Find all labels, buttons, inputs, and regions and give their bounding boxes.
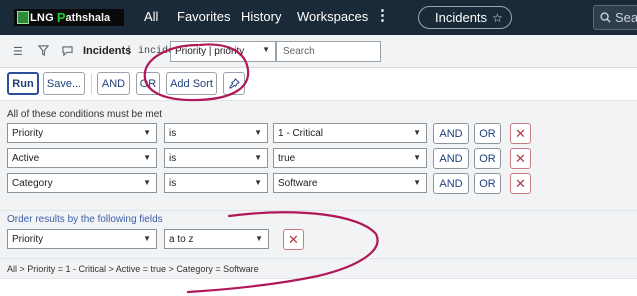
condition-field-select[interactable]: Active ▼: [7, 148, 157, 168]
breadcrumb-text: All > Priority = 1 - Critical > Active =…: [7, 263, 259, 274]
or-button[interactable]: OR: [136, 72, 160, 95]
chevron-down-icon: ▼: [143, 153, 151, 162]
list-title: Incidents: [83, 45, 132, 57]
list-search-placeholder: Search: [283, 46, 315, 57]
list-search-input[interactable]: Search: [276, 41, 381, 62]
condition-operator-select[interactable]: is ▼: [164, 123, 268, 143]
filter-page: LNG P athshala All Favorites History Wor…: [0, 0, 637, 296]
nav-workspaces[interactable]: Workspaces: [297, 9, 368, 24]
hamburger-menu-icon[interactable]: ☰: [13, 45, 23, 58]
add-sort-button[interactable]: Add Sort: [166, 72, 217, 95]
chevron-down-icon: ▼: [254, 153, 262, 162]
condition-operator-value: is: [169, 127, 177, 139]
condition-and-button[interactable]: AND: [433, 123, 469, 144]
conditions-heading: All of these conditions must be met: [7, 109, 163, 120]
condition-value-text: 1 - Critical: [278, 127, 324, 139]
close-icon: ✕: [515, 175, 526, 191]
more-menu-icon[interactable]: ⋮: [375, 8, 390, 24]
logo-lng: LNG: [30, 11, 54, 24]
toolbar-divider: [91, 74, 92, 94]
condition-operator-value: is: [169, 177, 177, 189]
remove-condition-button[interactable]: ✕: [510, 173, 531, 194]
comment-icon[interactable]: [62, 46, 73, 56]
order-field-value: Priority: [12, 233, 44, 245]
condition-or-button[interactable]: OR: [474, 173, 501, 194]
condition-value-text: Software: [278, 177, 318, 189]
logo-p: P: [56, 10, 66, 25]
global-search-placeholder: Sear: [615, 10, 637, 25]
chevron-down-icon: ▼: [413, 178, 421, 187]
conditions-section: All of these conditions must be met Prio…: [0, 100, 637, 210]
filter-breadcrumb[interactable]: All > Priority = 1 - Critical > Active =…: [0, 258, 637, 278]
filter-toolbar: Run Save... AND OR Add Sort: [0, 68, 637, 100]
logo-mark-icon: [17, 11, 29, 24]
remove-condition-button[interactable]: ✕: [510, 148, 531, 169]
condition-value-text: true: [278, 152, 296, 164]
chevron-down-icon: ▼: [254, 128, 262, 137]
search-field-select-value: Priority | priority: [175, 46, 245, 57]
run-button[interactable]: Run: [7, 72, 39, 95]
condition-operator-select[interactable]: is ▼: [164, 148, 268, 168]
condition-field-value: Priority: [12, 127, 44, 139]
list-header: ☰ Incidents | incident Priority | priori…: [0, 35, 637, 68]
condition-field-select[interactable]: Category ▼: [7, 173, 157, 193]
nav-favorites[interactable]: Favorites: [177, 9, 230, 24]
logo-rest: athshala: [65, 11, 111, 24]
chevron-down-icon: ▼: [254, 178, 262, 187]
order-direction-value: a to z: [169, 233, 194, 245]
top-navigation: LNG P athshala All Favorites History Wor…: [0, 0, 637, 35]
pin-button[interactable]: [223, 72, 245, 95]
chevron-down-icon: ▼: [413, 153, 421, 162]
condition-field-select[interactable]: Priority ▼: [7, 123, 157, 143]
and-button[interactable]: AND: [97, 72, 130, 95]
current-tab-pill[interactable]: Incidents ☆: [418, 6, 512, 29]
remove-condition-button[interactable]: ✕: [510, 123, 531, 144]
condition-operator-value: is: [169, 152, 177, 164]
condition-operator-select[interactable]: is ▼: [164, 173, 268, 193]
chevron-down-icon: ▼: [413, 128, 421, 137]
order-heading: Order results by the following fields: [7, 214, 163, 225]
nav-all[interactable]: All: [144, 9, 158, 24]
condition-field-value: Active: [12, 152, 40, 164]
condition-value-select[interactable]: true ▼: [273, 148, 427, 168]
save-button[interactable]: Save...: [43, 72, 85, 95]
current-tab-label: Incidents: [435, 10, 488, 25]
list-body: [0, 278, 637, 296]
search-icon: [600, 12, 611, 23]
logo[interactable]: LNG P athshala: [14, 9, 124, 26]
order-section: Order results by the following fields Pr…: [0, 210, 637, 258]
filter-icon[interactable]: [38, 45, 49, 56]
nav-history[interactable]: History: [241, 9, 281, 24]
condition-or-button[interactable]: OR: [474, 123, 501, 144]
condition-and-button[interactable]: AND: [433, 148, 469, 169]
close-icon: ✕: [515, 125, 526, 141]
pin-icon: [228, 78, 240, 89]
global-search[interactable]: Sear: [593, 5, 637, 30]
close-icon: ✕: [288, 231, 299, 247]
favorite-star-icon[interactable]: ☆: [492, 11, 503, 25]
search-field-select[interactable]: Priority | priority ▼: [170, 41, 276, 62]
chevron-down-icon: ▼: [255, 234, 263, 243]
close-icon: ✕: [515, 150, 526, 166]
chevron-down-icon: ▼: [143, 178, 151, 187]
chevron-down-icon: ▼: [143, 234, 151, 243]
remove-sort-button[interactable]: ✕: [283, 229, 304, 250]
chevron-down-icon: ▼: [262, 45, 270, 54]
condition-value-select[interactable]: Software ▼: [273, 173, 427, 193]
condition-and-button[interactable]: AND: [433, 173, 469, 194]
condition-or-button[interactable]: OR: [474, 148, 501, 169]
condition-field-value: Category: [12, 177, 53, 189]
order-direction-select[interactable]: a to z ▼: [164, 229, 269, 249]
order-field-select[interactable]: Priority ▼: [7, 229, 157, 249]
condition-value-select[interactable]: 1 - Critical ▼: [273, 123, 427, 143]
chevron-down-icon: ▼: [143, 128, 151, 137]
